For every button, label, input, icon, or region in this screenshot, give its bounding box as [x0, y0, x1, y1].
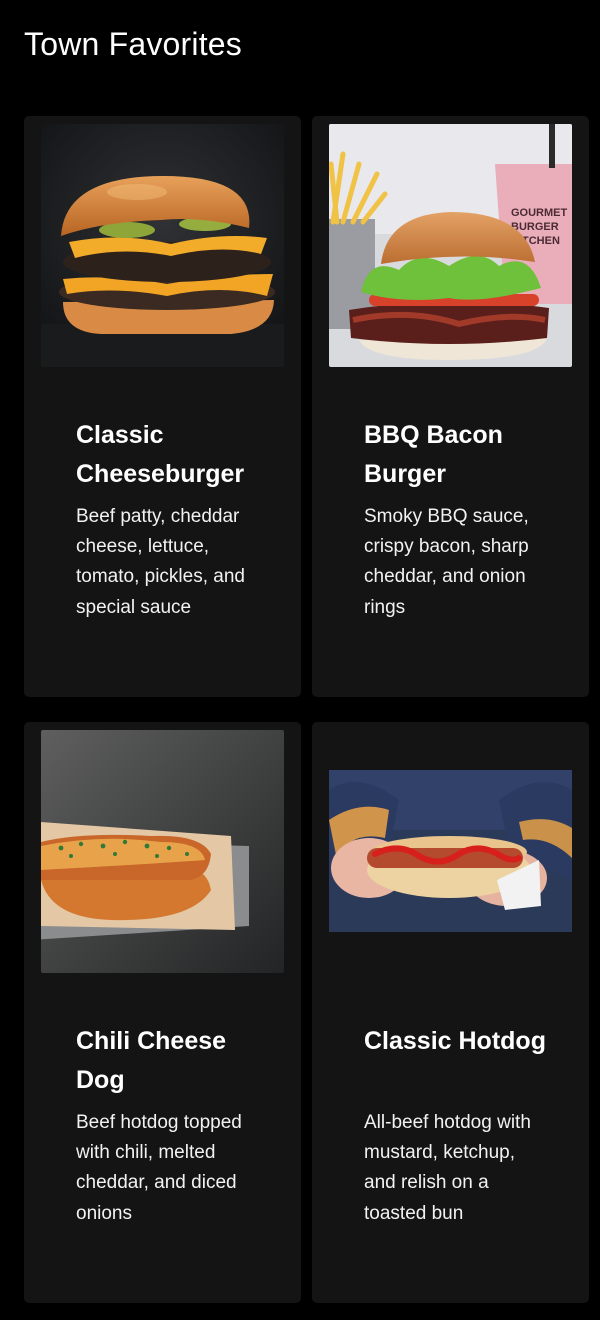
item-description: Beef hotdog topped with chili, melted ch… [76, 1112, 242, 1224]
classic-hotdog-photo [329, 730, 572, 973]
bbq-bacon-burger-photo: GOURMET BURGER KITCHEN [329, 124, 572, 367]
page-title: Town Favorites [24, 26, 242, 62]
menu-card-classic-cheeseburger[interactable]: Classic Cheeseburger Beef patty, cheddar… [24, 116, 301, 697]
item-title: Classic Cheeseburger [76, 421, 245, 488]
chili-cheese-dog-photo [41, 730, 284, 973]
item-title: Classic Hotdog [364, 1027, 546, 1055]
item-title: Chili Cheese Dog [76, 1027, 227, 1094]
item-description: Smoky BBQ sauce, crispy bacon, sharp che… [364, 506, 529, 618]
cup-logo-line-2: BURGER [511, 221, 559, 233]
cup-logo-line-1: GOURMET [511, 207, 568, 219]
item-description: All-beef hotdog with mustard, ketchup, a… [364, 1112, 531, 1224]
item-title: BBQ Bacon Burger [364, 421, 503, 488]
cheeseburger-photo [41, 124, 284, 367]
item-description: Beef patty, cheddar cheese, lettuce, tom… [76, 506, 245, 618]
menu-card-chili-cheese-dog[interactable]: Chili Cheese Dog Beef hotdog topped with… [24, 722, 301, 1303]
menu-card-bbq-bacon-burger[interactable]: GOURMET BURGER KITCHEN BBQ Bacon Burger … [312, 116, 589, 697]
menu-card-classic-hotdog[interactable]: Classic Hotdog All-beef hotdog with must… [312, 722, 589, 1303]
